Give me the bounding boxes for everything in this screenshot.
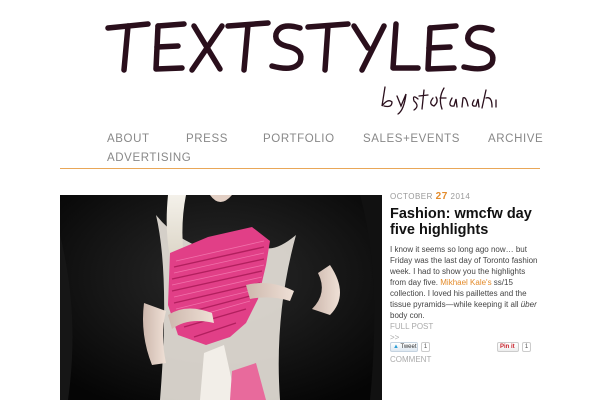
excerpt-italic: über [520,300,537,309]
full-post-link[interactable]: FULL POST [390,321,540,332]
nav-item-portfolio[interactable]: PORTFOLIO [263,133,335,145]
main-nav: ABOUT PRESS PORTFOLIO SALES+EVENTS ARCHI… [107,131,543,169]
pin-count: 1 [522,342,531,352]
post-excerpt: I know it seems so long ago now… but Fri… [390,244,540,321]
pin-it-button[interactable]: Pin it [497,342,519,352]
nav-item-about[interactable]: ABOUT [107,133,150,145]
nav-divider [60,168,540,169]
site-header [0,0,600,125]
comment-link[interactable]: COMMENT [390,355,431,364]
tweet-label: Tweet [400,344,417,350]
nav-item-archive[interactable]: ARCHIVE [488,133,543,145]
nav-item-advertising[interactable]: ADVERTISING [107,152,191,164]
post-date-year: 2014 [450,192,471,201]
nav-item-sales-events[interactable]: SALES+EVENTS [363,133,460,145]
post-date-day: 27 [435,191,448,202]
blog-post: OCTOBER 27 2014 Fashion: wmcfw day five … [390,191,540,364]
twitter-bird-icon: ▲ [393,344,399,350]
designer-link[interactable]: Mikhael Kale's [440,278,491,287]
site-logo[interactable] [100,14,500,119]
excerpt-text-3: body con. [390,311,425,320]
tweet-count: 1 [421,342,430,352]
post-date: OCTOBER 27 2014 [390,191,540,202]
post-date-month: OCTOBER [390,192,433,201]
share-row: ▲ Tweet 1 Pin it 1 [390,342,540,354]
runway-photo [60,195,382,400]
nav-item-press[interactable]: PRESS [186,133,228,145]
post-hero-image[interactable] [60,195,382,400]
tweet-button[interactable]: ▲ Tweet [390,342,418,352]
post-title[interactable]: Fashion: wmcfw day five highlights [390,206,540,238]
